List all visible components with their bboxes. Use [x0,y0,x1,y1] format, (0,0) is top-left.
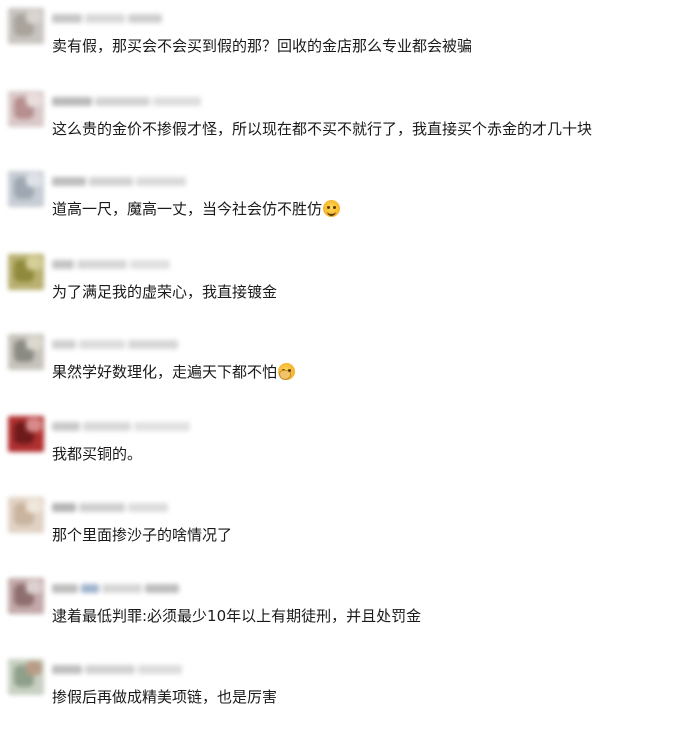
comment-text: 果然学好数理化，走遍天下都不怕 [52,362,296,382]
username-blurred[interactable] [52,421,190,432]
username-blurred[interactable] [52,259,170,270]
facepalm-emoji [278,363,296,380]
avatar[interactable] [8,334,44,370]
comment-text-content: 果然学好数理化，走遍天下都不怕 [52,363,278,381]
username-blurred[interactable] [52,339,178,350]
avatar[interactable] [8,91,44,127]
avatar[interactable] [8,497,44,533]
comment-item: 果然学好数理化，走遍天下都不怕 [0,334,684,404]
comment-text-content: 那个里面掺沙子的啥情况了 [52,526,233,544]
comment-item: 逮着最低判罪:必须最少10年以上有期徒刑，并且处罚金 [0,578,684,648]
comment-item: 这么贵的金价不掺假才怪，所以现在都不买不就行了，我直接买个赤金的才几十块 [0,91,684,161]
username-blurred[interactable] [52,13,162,24]
username-blurred[interactable] [52,176,186,187]
comment-item: 那个里面掺沙子的啥情况了 [0,497,684,567]
comment-text: 逮着最低判罪:必须最少10年以上有期徒刑，并且处罚金 [52,606,421,626]
comment-text: 为了满足我的虚荣心，我直接镀金 [52,282,277,302]
username-blurred[interactable] [52,664,182,675]
comment-text: 道高一尺，魔高一丈，当今社会仿不胜仿 [52,199,341,219]
comment-list: 卖有假，那买会不会买到假的那？回收的金店那么专业都会被骗这么贵的金价不掺假才怪，… [0,0,684,720]
comment-text-content: 掺假后再做成精美项链，也是厉害 [52,688,278,706]
comment-text-content: 为了满足我的虚荣心，我直接镀金 [52,283,278,301]
comment-text: 那个里面掺沙子的啥情况了 [52,525,232,545]
username-blurred[interactable] [52,502,168,513]
username-blurred[interactable] [52,96,201,107]
avatar[interactable] [8,578,44,614]
avatar[interactable] [8,416,44,452]
comment-text: 卖有假，那买会不会买到假的那？回收的金店那么专业都会被骗 [52,36,472,56]
comment-text: 我都买铜的。 [52,444,142,464]
avatar[interactable] [8,8,44,44]
comment-item: 为了满足我的虚荣心，我直接镀金 [0,254,684,324]
comment-text-content: 这么贵的金价不掺假才怪，所以现在都不买不就行了，我直接买个赤金的才几十块 [52,120,593,138]
comment-text: 掺假后再做成精美项链，也是厉害 [52,687,277,707]
comment-text-content: 道高一尺，魔高一丈，当今社会仿不胜仿 [52,200,323,218]
comment-item: 道高一尺，魔高一丈，当今社会仿不胜仿 [0,171,684,241]
avatar[interactable] [8,659,44,695]
username-blurred[interactable] [52,583,179,594]
comment-text-content: 我都买铜的。 [52,445,143,463]
avatar[interactable] [8,171,44,207]
avatar[interactable] [8,254,44,290]
comment-text: 这么贵的金价不掺假才怪，所以现在都不买不就行了，我直接买个赤金的才几十块 [52,119,592,139]
comment-item: 我都买铜的。 [0,416,684,486]
comment-text-content: 卖有假，那买会不会买到假的那？回收的金店那么专业都会被骗 [52,37,473,55]
comment-item: 掺假后再做成精美项链，也是厉害 [0,659,684,729]
grimace-emoji [323,200,341,217]
comment-item: 卖有假，那买会不会买到假的那？回收的金店那么专业都会被骗 [0,8,684,78]
comment-text-content: 逮着最低判罪:必须最少10年以上有期徒刑，并且处罚金 [52,607,422,625]
